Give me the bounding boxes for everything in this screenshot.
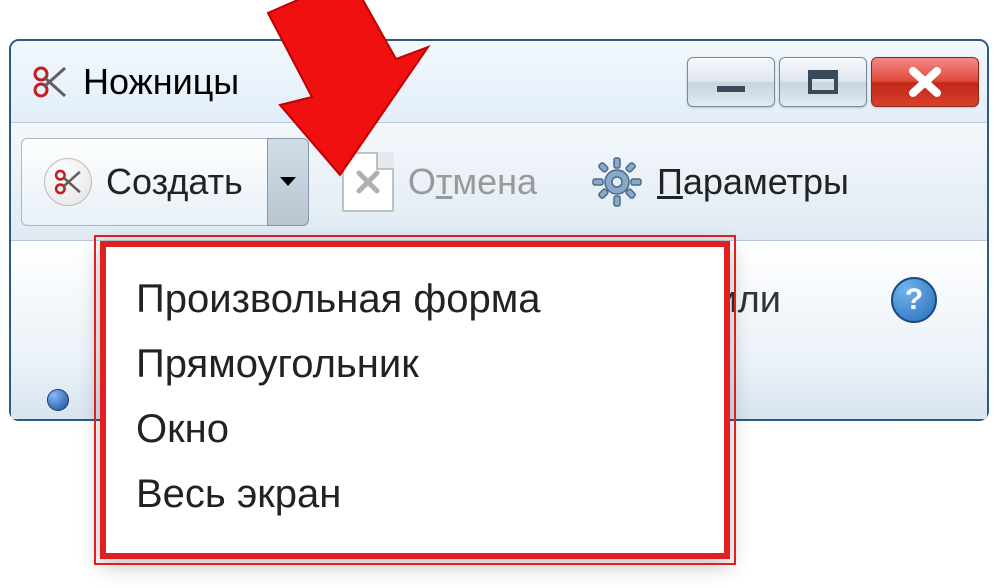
cancel-button-label: Отмена [408,161,537,203]
app-scissors-icon [29,62,69,102]
cancel-icon [342,152,394,212]
gear-icon [591,156,643,208]
close-button[interactable] [871,57,979,107]
options-button-label: Параметры [657,161,849,203]
minimize-button[interactable] [687,57,775,107]
hint-text-fragment: или ? [716,277,937,323]
new-dropdown-menu: Произвольная форма Прямоугольник Окно Ве… [100,241,730,559]
titlebar: Ножницы [11,41,987,123]
menu-item-fullscreen[interactable]: Весь экран [132,462,698,527]
maximize-button[interactable] [779,57,867,107]
scissors-icon [44,158,92,206]
menu-item-rectangle[interactable]: Прямоугольник [132,332,698,397]
chevron-down-icon [279,176,297,188]
new-button[interactable]: Создать [21,138,267,226]
window-controls [687,57,979,107]
new-button-label: Создать [106,161,243,203]
new-dropdown-toggle[interactable] [267,138,309,226]
options-button[interactable]: Параметры [568,138,872,226]
cancel-button: Отмена [319,138,560,226]
window-title: Ножницы [83,61,687,103]
toolbar: Создать Отмена [11,123,987,241]
menu-item-window[interactable]: Окно [132,397,698,462]
bullet-icon [47,389,69,411]
help-icon[interactable]: ? [891,277,937,323]
menu-item-freeform[interactable]: Произвольная форма [132,267,698,332]
